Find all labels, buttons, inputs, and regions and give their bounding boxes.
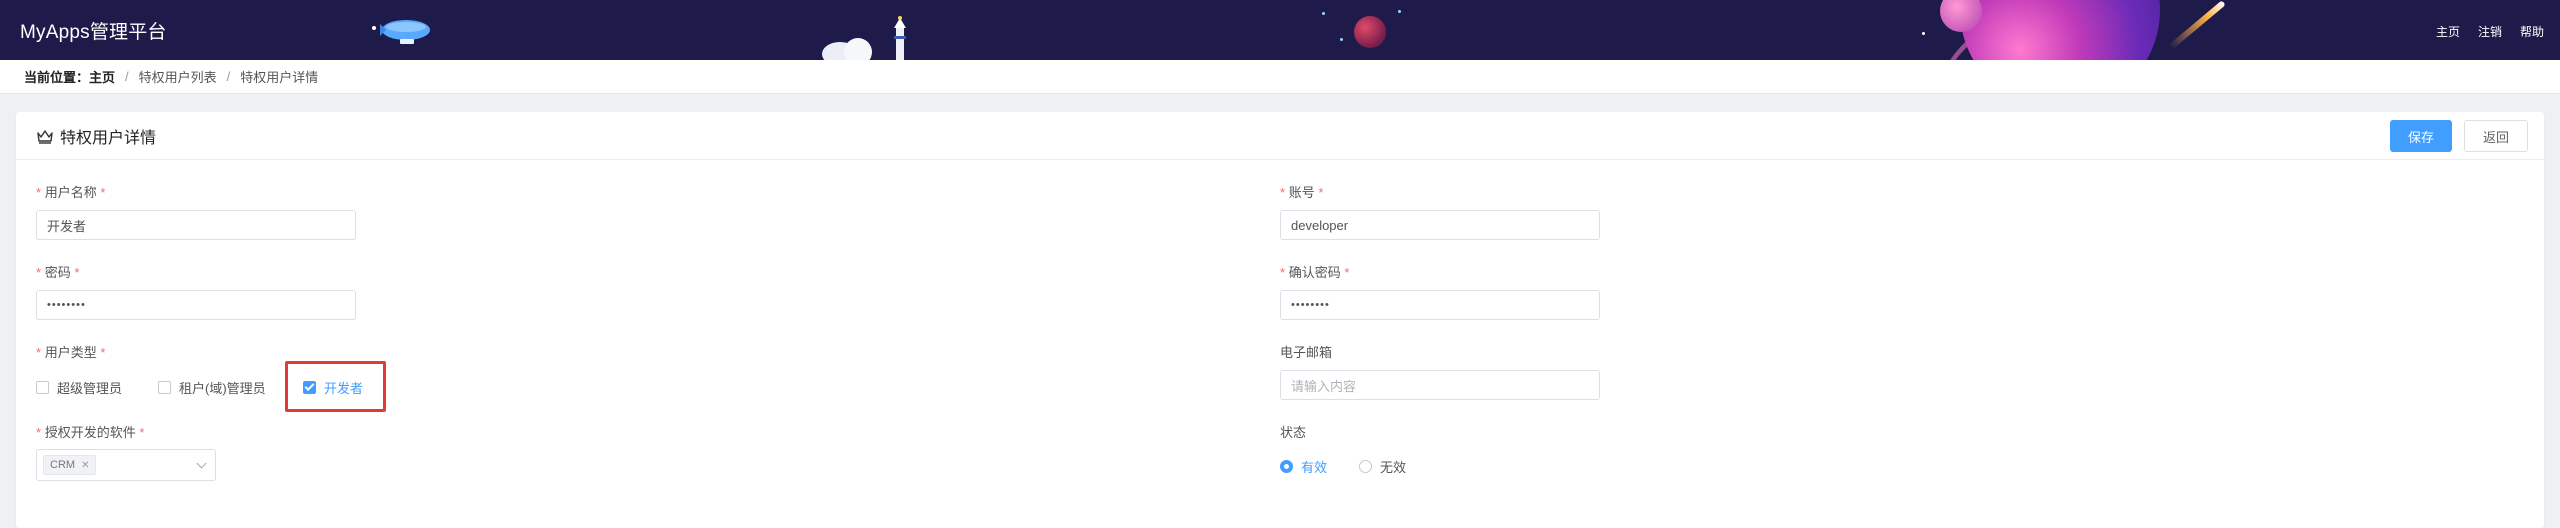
- breadcrumb-current: 特权用户详情: [240, 70, 319, 85]
- castle-illustration: [822, 16, 906, 60]
- big-planet-decoration: [1960, 0, 2160, 60]
- email-input[interactable]: 请输入内容: [1280, 370, 1600, 400]
- software-tag: CRM ✕: [43, 455, 97, 475]
- app-brand[interactable]: MyApps管理平台: [20, 17, 167, 44]
- checkbox-super-admin[interactable]: 超级管理员: [36, 378, 122, 397]
- radio-invalid[interactable]: 无效: [1359, 457, 1406, 476]
- status-label: 状态: [1280, 425, 1307, 440]
- card-header: 特权用户详情: [16, 112, 2544, 160]
- crown-icon: [37, 129, 53, 144]
- star-decoration: [1340, 38, 1343, 41]
- nav-home-link[interactable]: 主页: [2436, 23, 2460, 40]
- breadcrumb-user-list[interactable]: 特权用户列表: [139, 67, 217, 86]
- confirm-password-input[interactable]: ••••••••: [1280, 290, 1600, 320]
- breadcrumb-separator: /: [226, 69, 231, 84]
- back-button[interactable]: 返回: [2464, 120, 2528, 152]
- close-icon[interactable]: ✕: [81, 460, 89, 471]
- software-select[interactable]: CRM ✕: [36, 449, 216, 481]
- software-label: * 授权开发的软件 *: [36, 425, 145, 440]
- email-label: 电子邮箱: [1280, 345, 1333, 360]
- highlight-annotation: [285, 361, 386, 412]
- username-label: * 用户名称 *: [36, 185, 106, 200]
- breadcrumb: 当前位置： 主页 / 特权用户列表 / 特权用户详情: [0, 60, 2560, 94]
- planet-decoration: [1354, 16, 1386, 48]
- top-nav: 主页 注销 帮助: [2436, 23, 2544, 40]
- radio-valid[interactable]: 有效: [1280, 457, 1327, 476]
- radio-icon: [1359, 460, 1372, 473]
- username-input[interactable]: 开发者: [36, 210, 356, 240]
- breadcrumb-home[interactable]: 主页: [89, 67, 115, 86]
- account-input[interactable]: developer: [1280, 210, 1600, 240]
- account-label: * 账号 *: [1280, 185, 1324, 200]
- nav-logout-link[interactable]: 注销: [2478, 23, 2502, 40]
- nav-help-link[interactable]: 帮助: [2520, 23, 2544, 40]
- page-title: 特权用户详情: [60, 129, 157, 147]
- chevron-down-icon[interactable]: [196, 458, 207, 469]
- password-label: * 密码 *: [36, 265, 80, 280]
- star-decoration: [1322, 12, 1325, 15]
- confirm-password-label: * 确认密码 *: [1280, 265, 1350, 280]
- comet-decoration: [2168, 0, 2226, 50]
- star-decoration: [1922, 32, 1925, 35]
- blimp-illustration: [372, 20, 430, 44]
- breadcrumb-prefix: 当前位置：: [24, 70, 90, 85]
- checkbox-icon: [158, 381, 171, 394]
- top-header: MyApps管理平台 主页 注销 帮助: [0, 0, 2560, 60]
- user-type-label: * 用户类型 *: [36, 345, 106, 360]
- checkbox-tenant-admin[interactable]: 租户(域)管理员: [158, 378, 266, 397]
- checkbox-icon: [36, 381, 49, 394]
- star-decoration: [1398, 10, 1401, 13]
- password-input[interactable]: ••••••••: [36, 290, 356, 320]
- save-button[interactable]: 保存: [2390, 120, 2452, 152]
- breadcrumb-separator: /: [125, 69, 129, 84]
- radio-checked-icon: [1280, 460, 1293, 473]
